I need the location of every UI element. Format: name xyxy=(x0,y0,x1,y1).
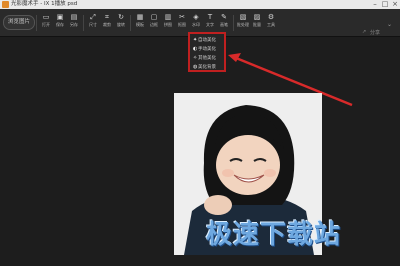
dropdown-item-other[interactable]: ✧其他美化 xyxy=(193,54,216,62)
dropdown-item-label: 手动美化 xyxy=(198,47,216,52)
dropdown-item-label: 自动美化 xyxy=(198,38,216,43)
dropdown-item-auto[interactable]: ✦自动美化 xyxy=(193,36,216,44)
site-watermark: 极速下载站 xyxy=(206,220,342,250)
dropdown-item-label: 其他美化 xyxy=(198,56,216,61)
dropdown-item-label: 美化背景 xyxy=(198,65,216,70)
dropdown-item-manual[interactable]: ◐手动美化 xyxy=(193,45,216,53)
dropdown-item-background[interactable]: ◍美化背景 xyxy=(193,63,216,71)
beautify-dropdown-menu: ✦自动美化 ◐手动美化 ✧其他美化 ◍美化背景 xyxy=(188,32,226,72)
